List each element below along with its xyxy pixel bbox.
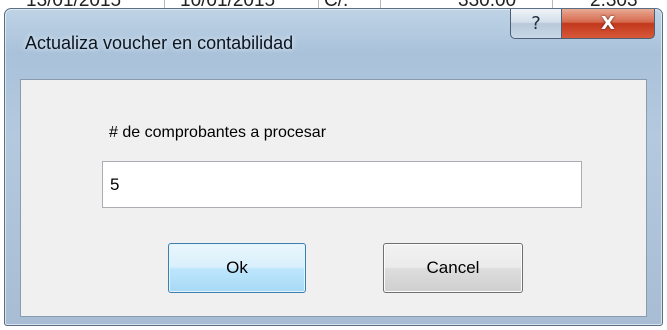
dialog-window: Actualiza voucher en contabilidad ? X # …	[4, 8, 663, 326]
cancel-button[interactable]: Cancel	[383, 243, 523, 293]
help-icon: ?	[531, 13, 541, 34]
dialog-client-area: # de comprobantes a procesar 5 Ok Cancel	[20, 79, 647, 317]
voucher-count-label: # de comprobantes a procesar	[109, 124, 327, 141]
help-button[interactable]: ?	[510, 9, 562, 39]
close-icon: X	[601, 13, 615, 34]
ok-button[interactable]: Ok	[168, 243, 306, 293]
dialog-title: Actualiza voucher en contabilidad	[25, 33, 294, 53]
voucher-count-input[interactable]: 5	[102, 161, 582, 208]
close-button[interactable]: X	[561, 9, 655, 39]
